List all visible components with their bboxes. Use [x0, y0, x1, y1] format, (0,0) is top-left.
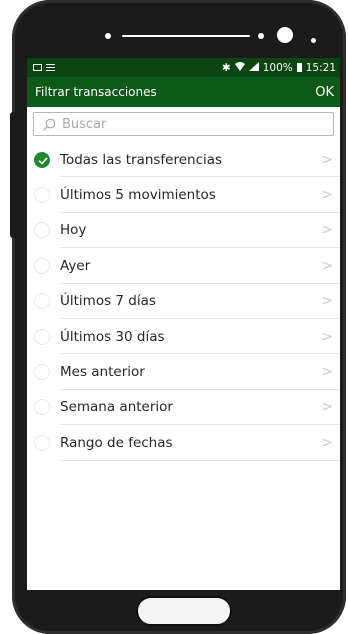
search-icon: [43, 118, 56, 131]
chevron-right-icon: >: [321, 399, 333, 416]
status-bar: ✱ 100% 15:21: [27, 58, 340, 77]
chevron-right-icon: >: [321, 364, 333, 381]
page-title: Filtrar transacciones: [35, 85, 157, 99]
app-bar: Filtrar transacciones OK: [27, 77, 340, 107]
chevron-right-icon: >: [321, 222, 333, 239]
phone-speaker: [122, 35, 250, 37]
home-button[interactable]: [136, 596, 232, 626]
search-container: Buscar: [27, 107, 340, 140]
phone-sensor-dot: [105, 33, 111, 39]
radio-checked-icon[interactable]: [34, 151, 50, 168]
radio-unchecked-icon[interactable]: [34, 364, 50, 381]
ok-button[interactable]: OK: [315, 85, 334, 100]
radio-unchecked-icon[interactable]: [34, 328, 50, 345]
filter-option-label: Mes anterior: [60, 364, 145, 381]
phone-screen: ✱ 100% 15:21 Filtrar transacciones OK Bu…: [27, 58, 340, 590]
filter-option[interactable]: Rango de fechas >: [27, 425, 340, 461]
filter-option-label: Últimos 5 movimientos: [60, 187, 216, 204]
menu-icon: [46, 64, 55, 71]
filter-option[interactable]: Últimos 5 movimientos >: [27, 177, 340, 213]
filter-option[interactable]: Todas las transferencias >: [27, 142, 340, 178]
phone-camera: [277, 27, 293, 43]
filter-option-label: Hoy: [60, 222, 87, 239]
battery-percent: 100%: [262, 61, 293, 74]
battery-icon: [296, 63, 302, 72]
filter-option-label: Ayer: [60, 257, 91, 274]
phone-side-button: [10, 112, 16, 238]
divider: [60, 459, 340, 461]
filter-option[interactable]: Mes anterior >: [27, 354, 340, 390]
chevron-right-icon: >: [321, 434, 333, 451]
radio-unchecked-icon[interactable]: [34, 399, 50, 416]
filter-option[interactable]: Hoy >: [27, 213, 340, 249]
filter-option-label: Últimos 30 días: [60, 328, 165, 345]
signal-icon: [248, 61, 259, 74]
radio-unchecked-icon[interactable]: [34, 434, 50, 451]
filter-option-label: Semana anterior: [60, 399, 173, 416]
search-input[interactable]: Buscar: [33, 112, 334, 136]
filter-option[interactable]: Últimos 30 días >: [27, 319, 340, 355]
wifi-icon: [234, 61, 245, 74]
image-icon: [33, 64, 42, 71]
filter-option[interactable]: Semana anterior >: [27, 390, 340, 426]
chevron-right-icon: >: [321, 151, 333, 168]
chevron-right-icon: >: [321, 293, 333, 310]
chevron-right-icon: >: [321, 328, 333, 345]
filter-option[interactable]: Ayer >: [27, 248, 340, 284]
radio-unchecked-icon[interactable]: [34, 257, 50, 274]
filter-option[interactable]: Últimos 7 días >: [27, 284, 340, 319]
radio-unchecked-icon[interactable]: [34, 293, 50, 310]
filter-option-label: Rango de fechas: [60, 434, 173, 451]
filter-list: Todas las transferencias > Últimos 5 movim…: [27, 142, 340, 461]
radio-unchecked-icon[interactable]: [34, 187, 50, 204]
search-placeholder: Buscar: [62, 116, 107, 132]
radio-unchecked-icon[interactable]: [34, 222, 50, 239]
bluetooth-icon: ✱: [221, 61, 231, 74]
phone-sensor-dot: [258, 33, 264, 39]
filter-option-label: Últimos 7 días: [60, 293, 156, 310]
phone-sensor-dot: [311, 38, 316, 43]
chevron-right-icon: >: [321, 257, 333, 274]
chevron-right-icon: >: [321, 187, 333, 204]
status-time: 15:21: [305, 61, 336, 74]
filter-option-label: Todas las transferencias: [60, 151, 223, 168]
